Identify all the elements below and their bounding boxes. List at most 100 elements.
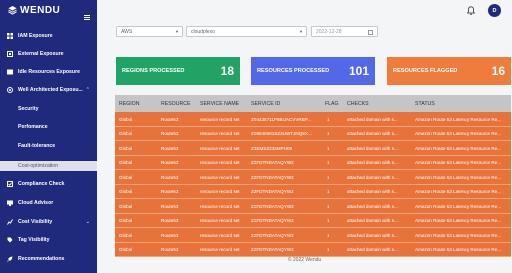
sidebar-item-compliance-check[interactable]: Compliance Check: [0, 181, 97, 187]
sidebar-item-recommendations[interactable]: Recommendations: [0, 256, 97, 262]
sidebar-subitem-fault-tolerance[interactable]: Fault-tolerance: [18, 143, 55, 149]
sidebar-subitem-security[interactable]: Security: [18, 106, 38, 112]
account-select-value: cloudplexo: [191, 29, 215, 35]
cell-service-id: Z04435711P5BUACVVRBP...: [251, 116, 312, 122]
regions-processed-card: REGIONS PROCESSED 18: [116, 57, 240, 85]
cell-resource: Route53: [161, 145, 179, 151]
table-row[interactable]: Global Route53 resource record set Z0904058…: [115, 126, 511, 141]
sidebar-item-label: Idle Resources Exposure: [18, 69, 80, 75]
sidebar-item-label: Well Architected Exposu...: [18, 87, 83, 93]
sidebar-item-external-exposure[interactable]: External Exposure: [0, 51, 97, 57]
user-avatar[interactable]: D: [488, 4, 501, 17]
card-value: 101: [348, 64, 369, 78]
idle-icon: [7, 69, 13, 75]
cell-service-name: resource record set: [200, 203, 240, 209]
cell-service-name: resource record set: [200, 131, 240, 136]
sidebar-item-iam-exposure[interactable]: IAM Exposure: [0, 33, 97, 39]
sidebar-item-label: Cost Visibility: [18, 219, 53, 225]
cell-checks: attached domain with s...: [347, 131, 398, 136]
cell-resource: Route53: [161, 131, 179, 136]
cell-service-id: Z3EMSZ236MPH09: [251, 145, 293, 151]
column-header-service-name[interactable]: SERVICE NAME: [200, 101, 239, 107]
cell-region: Global: [119, 203, 133, 209]
cell-status: Amazon Route 53 Latency Resource Re...: [415, 116, 502, 122]
calendar-icon[interactable]: [368, 29, 373, 35]
cell-service-name: resource record set: [200, 116, 240, 122]
advisor-icon: [7, 200, 13, 206]
table-row[interactable]: Global Route53 resource record set Z2FDTNDA…: [115, 228, 511, 243]
top-bar: [97, 0, 512, 22]
card-label: RESOURCES PROCESSED: [257, 68, 330, 74]
card-label: REGIONS PROCESSED: [122, 68, 185, 74]
cell-region: Global: [119, 189, 133, 194]
resources-table: REGION RESOURCE SERVICE NAME SERVICE ID …: [115, 95, 511, 257]
cell-service-name: resource record set: [200, 174, 240, 180]
cell-service-name: resource record set: [200, 189, 240, 194]
compliance-icon: [7, 181, 13, 187]
chevron-down-icon: ▼: [299, 29, 303, 34]
menu-toggle-icon[interactable]: [84, 15, 90, 20]
column-header-status[interactable]: STATUS: [415, 101, 435, 107]
column-header-resource[interactable]: RESOURCE: [161, 101, 190, 107]
cell-status: Amazon Route 53 Latency Resource Re...: [415, 189, 502, 194]
footer: © 2022 Wendu: [287, 257, 322, 263]
cell-service-id: Z2FDTNDATAQYW2: [251, 232, 294, 238]
notification-bell-icon[interactable]: [467, 6, 475, 15]
brand-name: WENDU: [20, 4, 61, 16]
cell-flag: 1: [327, 160, 330, 165]
table-row[interactable]: Global Route53 resource record set Z2FDTNDA…: [115, 213, 511, 228]
table-row[interactable]: Global Route53 resource record set Z2FDTNDA…: [115, 199, 511, 214]
cell-flag: 1: [327, 145, 330, 151]
resources-flagged-card: RESOURCES FLAGGED 16: [387, 57, 511, 85]
sidebar-item-label: IAM Exposure: [18, 33, 53, 39]
table-row[interactable]: Global Route53 resource record set Z3EMSZ23…: [115, 141, 511, 156]
cell-status: Amazon Route 53 Latency Resource Re...: [415, 247, 502, 252]
cell-checks: attached domain with s...: [347, 218, 398, 223]
sidebar-item-idle-resources[interactable]: Idle Resources Exposure: [0, 69, 97, 75]
cell-service-name: resource record set: [200, 232, 240, 238]
table-row[interactable]: Global Route53 resource record set Z0443571…: [115, 112, 511, 127]
cell-resource: Route53: [161, 218, 179, 223]
cell-checks: attached domain with s...: [347, 174, 398, 180]
date-picker[interactable]: 2022-12-28: [311, 26, 378, 37]
account-select[interactable]: cloudplexo ▼: [186, 26, 307, 37]
table-row[interactable]: Global Route53 resource record set Z2FDTNDA…: [115, 155, 511, 170]
sidebar-item-cloud-advisor[interactable]: Cloud Advisor: [0, 200, 97, 206]
sidebar-item-label: Compliance Check: [18, 181, 65, 187]
sidebar-item-label: External Exposure: [18, 51, 64, 57]
cell-resource: Route53: [161, 203, 179, 209]
sidebar: WENDU IAM Exposure External Exposure Idl…: [0, 0, 97, 273]
column-header-checks[interactable]: CHECKS: [347, 101, 369, 107]
table-row[interactable]: Global Route53 resource record set Z2FDTNDA…: [115, 170, 511, 185]
brand-logo[interactable]: WENDU: [8, 4, 60, 16]
cell-flag: 1: [327, 203, 330, 209]
sidebar-item-cost-visibility[interactable]: Cost Visibility ⌄: [0, 219, 97, 225]
cell-resource: Route53: [161, 160, 179, 165]
cell-checks: attached domain with s...: [347, 232, 398, 238]
cell-resource: Route53: [161, 174, 179, 180]
cell-service-name: resource record set: [200, 160, 240, 165]
cell-checks: attached domain with s...: [347, 247, 398, 252]
card-value: 18: [220, 64, 234, 78]
cell-checks: attached domain with s...: [347, 116, 398, 122]
column-header-region[interactable]: REGION: [119, 101, 139, 107]
card-label: RESOURCES FLAGGED: [393, 68, 458, 74]
cell-service-name: resource record set: [200, 145, 240, 151]
sidebar-subitem-performance[interactable]: Perfomance: [18, 124, 48, 130]
cell-resource: Route53: [161, 232, 179, 238]
provider-select-value: AWS: [121, 29, 133, 35]
sidebar-item-tag-visibility[interactable]: Tag Visibility: [0, 237, 97, 243]
cell-service-name: resource record set: [200, 218, 240, 223]
sidebar-item-well-architected[interactable]: Well Architected Exposu... ⌃: [0, 87, 97, 93]
sidebar-item-label: Cloud Advisor: [18, 200, 54, 206]
column-header-flag[interactable]: FLAG: [325, 101, 339, 107]
table-row[interactable]: Global Route53 resource record set Z2FDTNDA…: [115, 184, 511, 199]
column-header-service-id[interactable]: SERVICE ID: [251, 101, 280, 107]
cell-service-id: Z2FDTNDATAQYW2: [251, 218, 294, 223]
cell-status: Amazon Route 53 Latency Resource Re...: [415, 131, 502, 136]
cell-service-id: Z2FDTNDATAQYW2: [251, 203, 294, 209]
cell-region: Global: [119, 145, 133, 151]
sidebar-item-label: Tag Visibility: [18, 237, 50, 243]
sidebar-subitem-cost-optimization[interactable]: Cost-optimization: [0, 161, 97, 171]
provider-select[interactable]: AWS ▼: [116, 26, 183, 37]
